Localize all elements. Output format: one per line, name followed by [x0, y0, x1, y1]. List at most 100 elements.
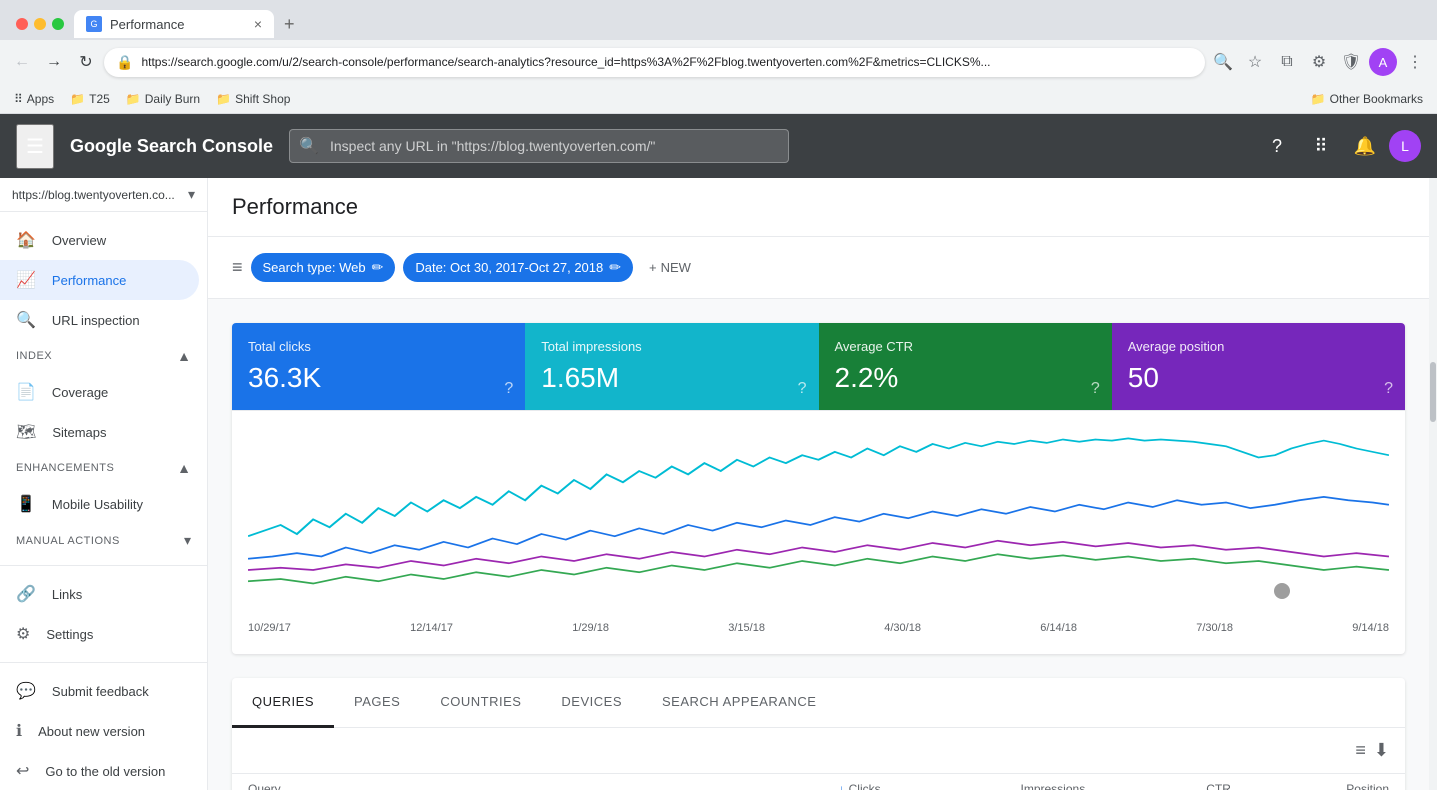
search-type-filter-chip[interactable]: Search type: Web ✏ [251, 253, 396, 282]
col-header-clicks[interactable]: ↓Clicks [740, 774, 897, 790]
filters-bar: ≡ Search type: Web ✏ Date: Oct 30, 2017-… [208, 237, 1429, 299]
metrics-cards: Total clicks 36.3K ? Total impressions 1… [232, 323, 1405, 410]
notifications-button[interactable]: 🔔 [1345, 126, 1385, 166]
table-toolbar: ≡ ⬇ [232, 728, 1405, 774]
col-header-ctr: CTR [1101, 774, 1247, 790]
shield-button[interactable]: 🛡 [1337, 48, 1365, 76]
bookmark-star-button[interactable]: ☆ [1241, 48, 1269, 76]
impressions-info-icon[interactable]: ? [798, 380, 807, 398]
sidebar-overview-label: Overview [52, 233, 106, 248]
sitemaps-icon: 🗺 [16, 422, 36, 442]
search-icon: 🔍 [16, 310, 36, 330]
forward-button[interactable]: → [40, 48, 68, 76]
exit-icon: ↩ [16, 761, 29, 781]
new-tab-button[interactable]: + [276, 10, 303, 39]
position-info-icon[interactable]: ? [1384, 380, 1393, 398]
page-header: Performance [208, 178, 1429, 237]
search-type-edit-icon: ✏ [372, 259, 384, 276]
metric-card-impressions[interactable]: Total impressions 1.65M ? [525, 323, 818, 410]
ctr-info-icon[interactable]: ? [1091, 380, 1100, 398]
top-profile-avatar[interactable]: L [1389, 130, 1421, 162]
apps-grid-icon: ⠿ [14, 92, 23, 106]
profile-avatar[interactable]: A [1369, 48, 1397, 76]
sidebar-item-go-to-old-version[interactable]: ↩ Go to the old version [0, 751, 207, 790]
sidebar-item-mobile-usability[interactable]: 📱 Mobile Usability [0, 484, 199, 524]
sidebar-item-coverage[interactable]: 📄 Coverage [0, 372, 199, 412]
sidebar-item-submit-feedback[interactable]: 💬 Submit feedback [0, 671, 207, 711]
sidebar-section-manual-actions[interactable]: Manual actions ▾ [0, 524, 207, 557]
table-head: Query ↓Clicks Impressions CTR Position [232, 774, 1405, 790]
bookmark-shift-shop[interactable]: 📁 Shift Shop [210, 90, 296, 108]
search-wrapper: 🔍 [289, 129, 789, 163]
tab-search-appearance[interactable]: SEARCH APPEARANCE [642, 678, 836, 728]
sidebar-item-links[interactable]: 🔗 Links [0, 574, 199, 614]
sidebar-item-overview[interactable]: 🏠 Overview [0, 220, 199, 260]
bookmark-daily-burn[interactable]: 📁 Daily Burn [120, 90, 206, 108]
sidebar-nav: 🏠 Overview 📈 Performance 🔍 URL inspectio… [0, 212, 207, 662]
clicks-label: Total clicks [248, 339, 509, 354]
search-type-chip-label: Search type: Web [263, 260, 366, 275]
tab-pages[interactable]: PAGES [334, 678, 420, 728]
url-display: https://search.google.com/u/2/search-con… [141, 55, 1193, 69]
url-search-bar: 🔍 [289, 129, 789, 163]
other-bookmarks-folder-icon: 📁 [1311, 92, 1326, 106]
new-filter-button[interactable]: + NEW [641, 254, 699, 281]
sidebar-item-url-inspection[interactable]: 🔍 URL inspection [0, 300, 199, 340]
other-bookmarks: 📁 Other Bookmarks [1305, 90, 1429, 108]
tabs-header: QUERIES PAGES COUNTRIES DEVICES SEARCH A… [232, 678, 1405, 728]
sidebar-item-performance[interactable]: 📈 Performance [0, 260, 199, 300]
sidebar-go-to-old-version-label: Go to the old version [45, 764, 165, 779]
close-window-button[interactable] [16, 18, 28, 30]
impressions-label: Total impressions [541, 339, 802, 354]
info-icon: ℹ [16, 721, 22, 741]
tab-favicon: G [86, 16, 102, 32]
tab-queries[interactable]: QUERIES [232, 678, 334, 728]
sidebar-url-inspection-label: URL inspection [52, 313, 140, 328]
col-header-position: Position [1247, 774, 1405, 790]
t25-folder-icon: 📁 [70, 92, 85, 106]
bookmark-t25[interactable]: 📁 T25 [64, 90, 116, 108]
sidebar-item-about-new-version[interactable]: ℹ About new version [0, 711, 207, 751]
apps-grid-button[interactable]: ⠿ [1301, 126, 1341, 166]
address-bar[interactable]: 🔒 https://search.google.com/u/2/search-c… [104, 48, 1205, 77]
sidebar-section-enhancements[interactable]: Enhancements ▲ [0, 452, 207, 484]
menu-button[interactable]: ⋮ [1401, 48, 1429, 76]
filter-rows-button[interactable]: ≡ [1355, 740, 1366, 761]
tab-bar: G Performance × + [0, 0, 1437, 40]
sidebar-item-settings[interactable]: ⚙ Settings [0, 614, 199, 654]
maximize-window-button[interactable] [52, 18, 64, 30]
help-button[interactable]: ? [1257, 126, 1297, 166]
tab-devices[interactable]: DEVICES [541, 678, 642, 728]
enhancements-section-label: Enhancements [16, 462, 114, 474]
bookmark-apps[interactable]: ⠿ Apps [8, 90, 60, 108]
metric-card-position[interactable]: Average position 50 ? [1112, 323, 1405, 410]
ctr-label: Average CTR [835, 339, 1096, 354]
sidebar-item-sitemaps[interactable]: 🗺 Sitemaps [0, 412, 199, 452]
hamburger-menu[interactable]: ☰ [16, 124, 54, 169]
metric-card-clicks[interactable]: Total clicks 36.3K ? [232, 323, 525, 410]
tab-countries[interactable]: COUNTRIES [420, 678, 541, 728]
col-header-query: Query [232, 774, 740, 790]
data-table: Query ↓Clicks Impressions CTR Position b… [232, 774, 1405, 790]
other-bookmarks-item[interactable]: 📁 Other Bookmarks [1305, 90, 1429, 108]
sidebar-submit-feedback-label: Submit feedback [52, 684, 149, 699]
url-search-input[interactable] [289, 129, 789, 163]
download-button[interactable]: ⬇ [1374, 740, 1389, 761]
date-filter-chip[interactable]: Date: Oct 30, 2017-Oct 27, 2018 ✏ [403, 253, 633, 282]
settings-gear-button[interactable]: ⚙ [1305, 48, 1333, 76]
tab-close-button[interactable]: × [254, 16, 262, 32]
reload-button[interactable]: ↻ [72, 48, 100, 76]
clicks-info-icon[interactable]: ? [504, 380, 513, 398]
right-scrollbar[interactable] [1429, 178, 1437, 790]
extensions-button[interactable]: ⧉ [1273, 48, 1301, 76]
minimize-window-button[interactable] [34, 18, 46, 30]
sort-arrow-icon: ↓ [839, 782, 845, 790]
active-tab[interactable]: G Performance × [74, 10, 274, 38]
back-button[interactable]: ← [8, 48, 36, 76]
site-selector[interactable]: https://blog.twentyoverten.co... ▾ [0, 178, 207, 212]
filter-icon-button[interactable]: ≡ [232, 257, 243, 278]
metric-card-ctr[interactable]: Average CTR 2.2% ? [819, 323, 1112, 410]
sidebar-section-index[interactable]: Index ▲ [0, 340, 207, 372]
chart-date-2: 12/14/17 [410, 622, 453, 634]
search-icon-btn[interactable]: 🔍 [1209, 48, 1237, 76]
